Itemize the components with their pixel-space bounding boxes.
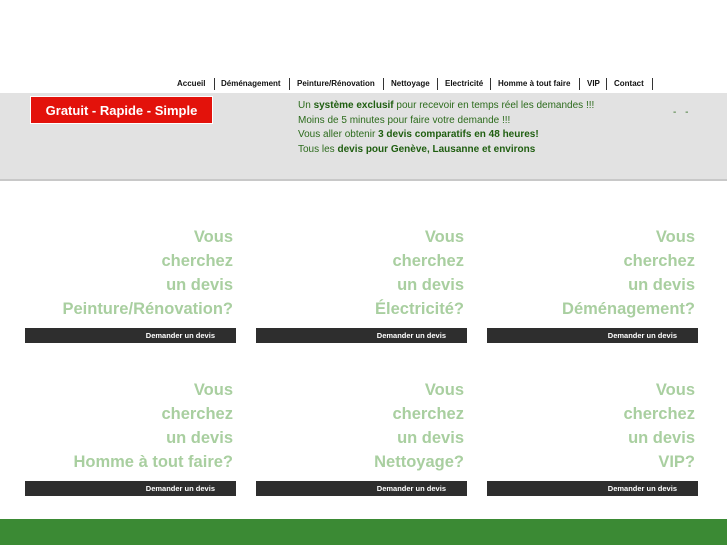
card-line: cherchez [161,252,233,270]
nav-link-contact[interactable]: Contact [614,77,644,91]
card-heading: Vous cherchez un devis Homme à tout fair… [73,378,233,474]
card-line: cherchez [623,405,695,423]
nav-separator [579,78,580,90]
nav-link-electricite[interactable]: Electricité [445,77,483,91]
card-line: un devis [397,276,464,294]
promo-text-segment: pour recevoir en temps réel les demandes… [393,100,595,111]
devis-card-nettoyage: Vous cherchez un devis Nettoyage? Demand… [256,378,467,496]
card-line: cherchez [161,405,233,423]
banner-dashes: - - [673,107,692,118]
main-nav: Accueil Déménagement Peinture/Rénovation… [0,77,727,91]
card-service: Nettoyage? [374,453,464,471]
card-service: Déménagement? [562,300,695,318]
footer-band [0,519,727,545]
nav-link-nettoyage[interactable]: Nettoyage [391,77,430,91]
card-line: un devis [166,429,233,447]
promo-banner: Gratuit - Rapide - Simple Un système exc… [0,93,727,181]
card-line: Vous [424,228,464,246]
card-line: un devis [397,429,464,447]
card-service: Peinture/Rénovation? [62,300,233,318]
promo-highlight: devis pour Genève, Lausanne et environs [337,143,536,155]
card-line: cherchez [392,252,464,270]
nav-link-accueil[interactable]: Accueil [177,77,205,91]
promo-text-segment: Un [298,100,314,111]
promo-highlight: 3 devis comparatifs en 48 heures! [378,129,539,140]
card-heading: Vous cherchez un devis Nettoyage? [374,378,464,474]
promo-text-segment: Tous les [298,143,338,155]
nav-separator [490,78,491,90]
nav-link-demenagement[interactable]: Déménagement [221,77,281,91]
nav-link-homme-a-tout-faire[interactable]: Homme à tout faire [498,77,570,91]
devis-card-homme-a-tout-faire: Vous cherchez un devis Homme à tout fair… [25,378,236,496]
tagline-badge: Gratuit - Rapide - Simple [30,96,213,124]
nav-separator [437,78,438,90]
card-line: Vous [193,381,233,399]
card-heading: Vous cherchez un devis Déménagement? [562,225,695,321]
request-quote-button[interactable]: Demander un devis [487,481,698,496]
promo-line-2: Moins de 5 minutes pour faire votre dema… [298,114,511,126]
request-quote-button[interactable]: Demander un devis [25,328,236,343]
card-line: Vous [655,381,695,399]
request-quote-button[interactable]: Demander un devis [256,481,467,496]
promo-line-4: Tous les devis pour Genève, Lausanne et … [298,143,658,158]
devis-card-electricite: Vous cherchez un devis Électricité? Dema… [256,225,467,343]
nav-link-peinture-renovation[interactable]: Peinture/Rénovation [297,77,375,91]
card-line: cherchez [623,252,695,270]
card-line: Vous [424,381,464,399]
request-quote-button[interactable]: Demander un devis [256,328,467,343]
card-line: Vous [193,228,233,246]
card-line: un devis [166,276,233,294]
card-line: un devis [628,276,695,294]
request-quote-button[interactable]: Demander un devis [25,481,236,496]
nav-link-vip[interactable]: VIP [587,77,600,91]
promo-line-1: Un système exclusif pour recevoir en tem… [298,99,658,114]
nav-separator [383,78,384,90]
card-line: Vous [655,228,695,246]
promo-line-3: Vous aller obtenir 3 devis comparatifs e… [298,128,658,143]
nav-separator [606,78,607,90]
nav-separator [289,78,290,90]
card-heading: Vous cherchez un devis Électricité? [375,225,464,321]
promo-highlight: système exclusif [313,100,394,111]
card-service: Homme à tout faire? [73,453,233,471]
card-line: un devis [628,429,695,447]
nav-separator [652,78,653,90]
card-service: VIP? [658,453,695,471]
request-quote-button[interactable]: Demander un devis [487,328,698,343]
devis-card-demenagement: Vous cherchez un devis Déménagement? Dem… [487,225,698,343]
devis-card-vip: Vous cherchez un devis VIP? Demander un … [487,378,698,496]
nav-separator [214,78,215,90]
card-heading: Vous cherchez un devis Peinture/Rénovati… [62,225,233,321]
promo-text: Un système exclusif pour recevoir en tem… [298,99,658,157]
card-service: Électricité? [375,300,464,318]
card-line: cherchez [392,405,464,423]
card-heading: Vous cherchez un devis VIP? [623,378,695,474]
devis-card-peinture: Vous cherchez un devis Peinture/Rénovati… [25,225,236,343]
promo-text-segment: Vous aller obtenir [298,129,379,140]
